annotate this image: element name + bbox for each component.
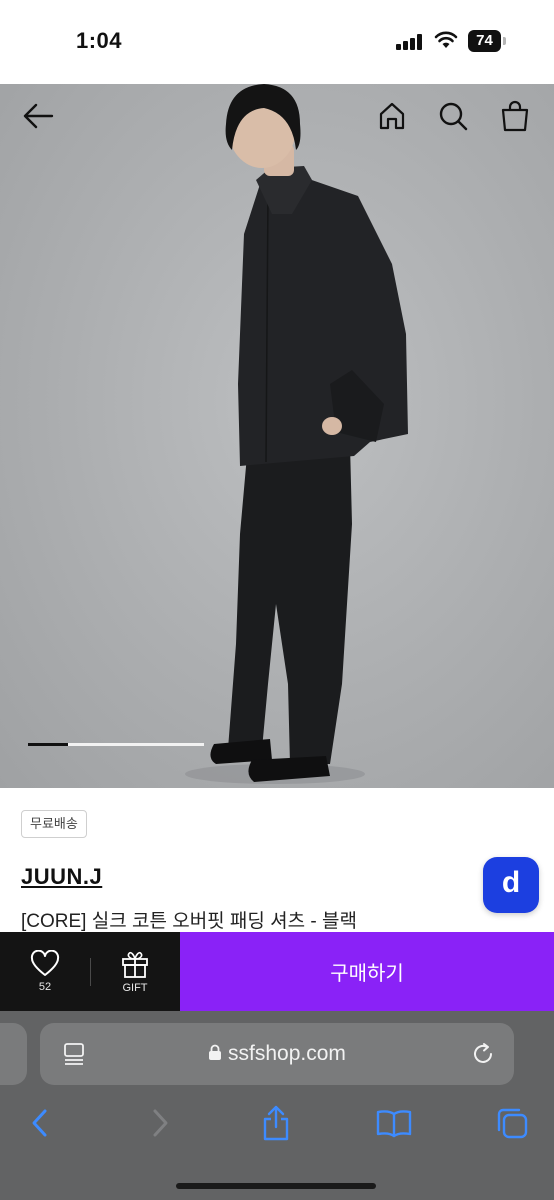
buy-button[interactable]: 구매하기 bbox=[180, 932, 554, 1011]
brand-link[interactable]: JUUN.J bbox=[21, 864, 102, 890]
floating-d-button[interactable]: d bbox=[483, 857, 539, 913]
like-button[interactable]: 52 bbox=[0, 932, 90, 1011]
home-indicator bbox=[176, 1183, 376, 1189]
search-icon[interactable] bbox=[433, 96, 473, 136]
free-shipping-badge: 무료배송 bbox=[21, 810, 87, 838]
purchase-bar-left: 52 GIFT bbox=[0, 932, 180, 1011]
image-carousel-progress-fill bbox=[28, 743, 69, 746]
gift-button[interactable]: GIFT bbox=[90, 932, 180, 1011]
floating-d-label: d bbox=[501, 866, 521, 899]
battery-icon: 74 bbox=[468, 30, 506, 52]
forward-nav-icon[interactable] bbox=[140, 1103, 180, 1143]
like-count: 52 bbox=[38, 981, 52, 993]
tabs-icon[interactable] bbox=[492, 1103, 532, 1143]
product-image[interactable] bbox=[0, 84, 554, 788]
status-time: 1:04 bbox=[76, 28, 123, 53]
browser-chrome: ssfshop.com bbox=[0, 1011, 554, 1200]
back-nav-icon[interactable] bbox=[20, 1103, 60, 1143]
status-bar: 1:04 74 bbox=[0, 0, 554, 84]
reload-icon[interactable] bbox=[470, 1041, 496, 1072]
url-text[interactable]: ssfshop.com bbox=[40, 1023, 514, 1085]
model-photo bbox=[185, 84, 408, 784]
previous-tab[interactable] bbox=[0, 1023, 27, 1085]
share-icon[interactable] bbox=[256, 1103, 296, 1143]
battery-level: 74 bbox=[468, 30, 501, 52]
wifi-icon bbox=[434, 31, 458, 54]
back-icon[interactable] bbox=[18, 96, 58, 136]
address-bar[interactable]: ssfshop.com bbox=[40, 1023, 514, 1085]
product-title: [CORE] 실크 코튼 오버핏 패딩 셔츠 - 블랙 bbox=[21, 911, 357, 932]
url-label: ssfshop.com bbox=[228, 1042, 346, 1065]
gift-label: GIFT bbox=[122, 981, 148, 994]
gift-icon bbox=[122, 951, 148, 978]
bookmarks-icon[interactable] bbox=[374, 1103, 414, 1143]
cellular-signal-icon bbox=[396, 34, 422, 50]
home-icon[interactable] bbox=[372, 96, 412, 136]
image-carousel-progress bbox=[28, 743, 204, 746]
purchase-bar: 52 GIFT 구매하기 bbox=[0, 932, 554, 1011]
lock-icon bbox=[209, 1044, 222, 1060]
shopping-bag-icon[interactable] bbox=[495, 96, 535, 136]
heart-icon bbox=[30, 950, 60, 976]
